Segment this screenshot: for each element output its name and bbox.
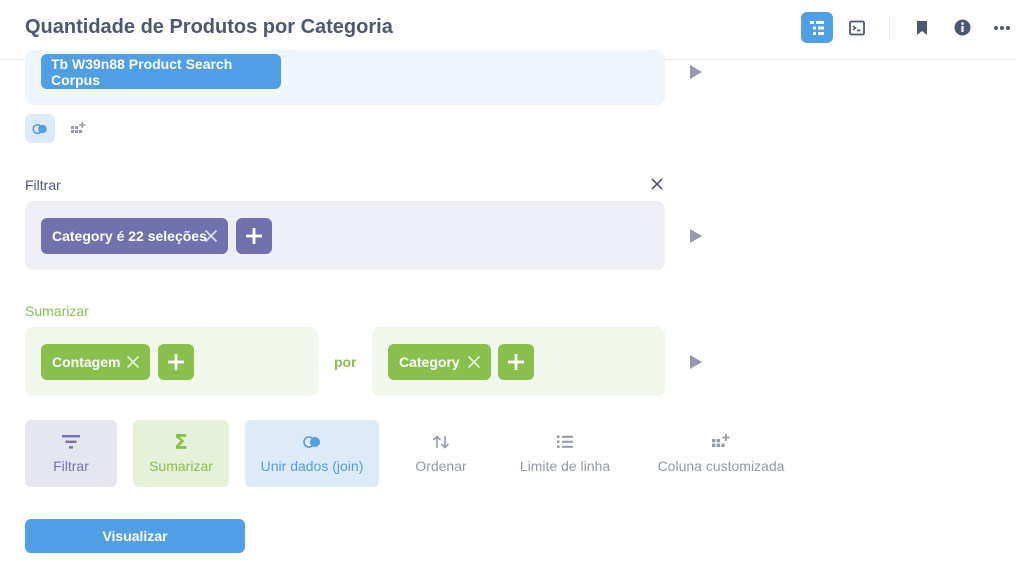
action-filter-label: Filtrar — [53, 458, 89, 474]
list-icon — [557, 435, 573, 448]
notebook-icon — [810, 20, 824, 35]
data-step-preview-button[interactable] — [690, 65, 702, 79]
add-column-icon — [712, 434, 730, 447]
action-sort-label: Ordenar — [415, 458, 467, 474]
filter-step-label: Filtrar — [25, 177, 61, 193]
close-icon — [651, 178, 663, 190]
action-custom-column-button[interactable]: Coluna customizada — [650, 420, 792, 487]
remove-filter-icon[interactable] — [204, 229, 218, 243]
console-icon — [849, 20, 865, 35]
remove-metric-icon[interactable] — [126, 355, 140, 369]
action-custom-column-label: Coluna customizada — [657, 458, 785, 474]
ellipsis-icon — [994, 25, 1010, 30]
data-step-join-button[interactable] — [25, 114, 55, 143]
action-join-button[interactable]: Unir dados (join) — [245, 420, 379, 487]
plus-icon — [168, 354, 184, 370]
add-breakout-button[interactable] — [498, 344, 534, 380]
add-column-icon — [71, 121, 86, 133]
metric-pill-label: Contagem — [52, 354, 121, 370]
join-icon — [303, 436, 320, 448]
join-icon — [32, 123, 47, 134]
data-source-label: Tb W39n88 Product Search Corpus — [51, 55, 233, 88]
action-summarize-button[interactable]: Σ Sumarizar — [133, 420, 229, 487]
sql-view-button[interactable] — [841, 12, 873, 43]
add-filter-button[interactable] — [236, 218, 272, 254]
add-metric-button[interactable] — [158, 344, 194, 380]
action-limit-label: Limite de linha — [519, 458, 611, 474]
metric-pill[interactable]: Contagem — [41, 344, 150, 380]
action-filter-button[interactable]: Filtrar — [25, 420, 117, 487]
data-source-pill[interactable]: Tb W39n88 Product Search Corpus — [41, 54, 281, 89]
notebook-editor-button[interactable] — [801, 12, 833, 43]
filter-step-preview-button[interactable] — [690, 229, 702, 243]
filter-icon — [62, 435, 80, 449]
filter-pill[interactable]: Category é 22 seleções — [41, 218, 228, 254]
breakout-pill[interactable]: Category — [388, 344, 491, 380]
action-summarize-label: Sumarizar — [149, 458, 213, 474]
info-icon — [954, 19, 970, 36]
page-title: Quantidade de Produtos por Categoria — [25, 16, 393, 38]
info-button[interactable] — [946, 12, 978, 43]
action-limit-button[interactable]: Limite de linha — [509, 420, 621, 487]
header-divider — [889, 16, 890, 40]
plus-icon — [246, 228, 262, 244]
remove-breakout-icon[interactable] — [467, 355, 481, 369]
bookmark-button[interactable] — [906, 12, 938, 43]
more-options-button[interactable] — [986, 12, 1016, 43]
visualize-button[interactable]: Visualizar — [25, 519, 245, 553]
bookmark-icon — [917, 20, 927, 35]
summarize-step-label: Sumarizar — [25, 303, 89, 319]
action-sort-button[interactable]: Ordenar — [401, 420, 481, 487]
breakout-pill-label: Category — [399, 354, 460, 370]
action-join-label: Unir dados (join) — [260, 458, 364, 474]
sigma-icon: Σ — [174, 430, 188, 454]
summarize-step-preview-button[interactable] — [690, 355, 702, 369]
plus-icon — [508, 354, 524, 370]
group-by-label: por — [334, 354, 357, 370]
filter-pill-label: Category é 22 seleções — [52, 228, 207, 244]
sort-icon — [432, 435, 450, 449]
remove-filter-step-button[interactable] — [649, 176, 665, 192]
data-step-custom-column-button[interactable] — [63, 114, 93, 143]
